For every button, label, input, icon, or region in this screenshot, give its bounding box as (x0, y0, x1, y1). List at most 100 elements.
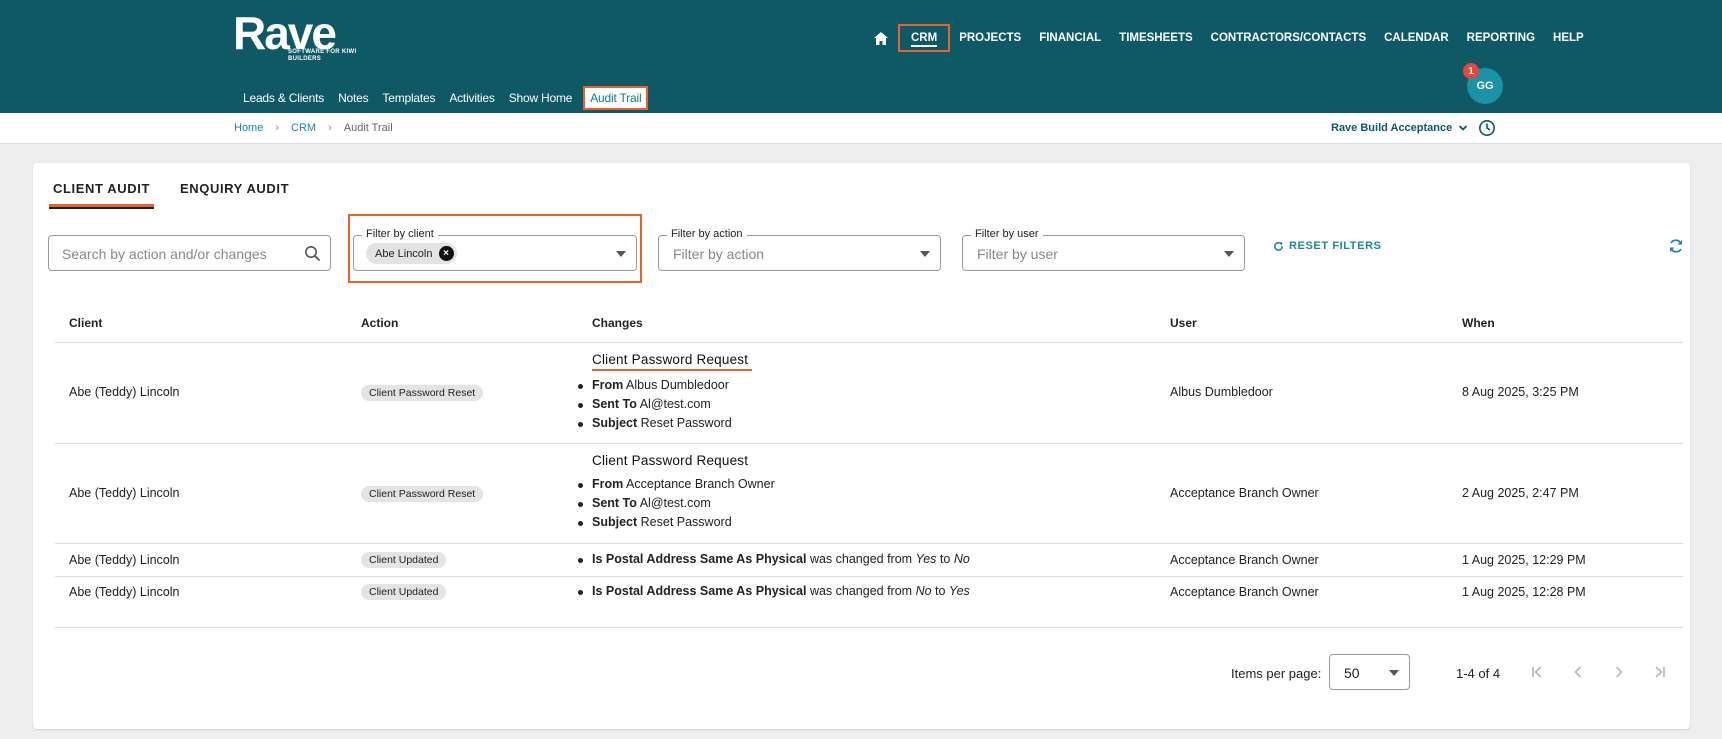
change-title: Client Password Request (592, 352, 753, 371)
row-user: Acceptance Branch Owner (1170, 585, 1319, 599)
search-icon[interactable] (304, 245, 321, 262)
previous-page-icon[interactable] (1570, 664, 1586, 680)
subnav-show-home[interactable]: Show Home (502, 86, 580, 110)
change-to: Yes (948, 584, 970, 598)
action-badge: Client Updated (361, 552, 447, 568)
header-user[interactable]: User (1170, 316, 1197, 330)
rave-logo[interactable]: Rave SOFTWARE FOR KIWI BUILDERS (233, 10, 356, 62)
change-value: Albus Dumbledoor (626, 378, 729, 392)
change-title: Client Password Request (592, 453, 749, 468)
change-to-word: to (939, 552, 951, 566)
items-per-page-select[interactable]: 50 (1329, 654, 1410, 690)
change-item: Is Postal Address Same As Physical was c… (578, 550, 970, 569)
change-text: was changed from (809, 584, 913, 598)
subnav-audit-trail[interactable]: Audit Trail (583, 86, 649, 110)
table-row[interactable]: Abe (Teddy) Lincoln Client Password Rese… (55, 343, 1683, 444)
row-when: 2 Aug 2025, 2:47 PM (1462, 486, 1579, 500)
chip-remove-icon[interactable]: × (438, 246, 454, 261)
notification-badge[interactable]: 1 (1463, 63, 1479, 79)
change-list: From Albus Dumbledoor Sent To Al@test.co… (577, 376, 752, 433)
row-user: Acceptance Branch Owner (1170, 553, 1319, 567)
next-page-icon[interactable] (1611, 664, 1627, 680)
environment-label: Rave Build Acceptance (1331, 122, 1453, 134)
dropdown-caret-icon (1224, 251, 1234, 257)
change-to-word: to (935, 584, 946, 598)
change-list: From Acceptance Branch Owner Sent To Al@… (578, 475, 775, 532)
client-filter[interactable]: Filter by client Abe Lincoln × (353, 228, 637, 271)
row-action-cell: Client Updated (361, 552, 447, 568)
subnav-leads-clients[interactable]: Leads & Clients (236, 86, 331, 110)
subnav-notes[interactable]: Notes (331, 86, 375, 110)
main-nav: CRM PROJECTS FINANCIAL TIMESHEETS CONTRA… (870, 24, 1593, 52)
row-changes: Client Password Request From Acceptance … (578, 453, 775, 532)
table-row[interactable]: Abe (Teddy) Lincoln Client Updated Is Po… (55, 577, 1683, 628)
nav-reporting[interactable]: REPORTING (1458, 24, 1544, 52)
audit-card: CLIENT AUDIT ENQUIRY AUDIT Search by act… (33, 163, 1690, 729)
change-item: From Albus Dumbledoor (577, 376, 752, 395)
table-row[interactable]: Abe (Teddy) Lincoln Client Password Rese… (55, 444, 1683, 544)
change-field: Is Postal Address Same As Physical (592, 584, 807, 598)
first-page-icon[interactable] (1529, 664, 1545, 680)
change-list: Is Postal Address Same As Physical was c… (578, 550, 970, 569)
change-item: Is Postal Address Same As Physical was c… (578, 582, 970, 601)
change-item: Sent To Al@test.com (578, 494, 775, 513)
dropdown-caret-icon (616, 251, 626, 257)
change-list: Is Postal Address Same As Physical was c… (578, 582, 970, 601)
row-changes: Is Postal Address Same As Physical was c… (578, 577, 970, 601)
tab-client-audit[interactable]: CLIENT AUDIT (49, 181, 154, 209)
user-filter[interactable]: Filter by user Filter by user (962, 228, 1245, 271)
nav-calendar[interactable]: CALENDAR (1375, 24, 1458, 52)
top-header: Rave SOFTWARE FOR KIWI BUILDERS CRM PROJ… (0, 0, 1722, 113)
table-row[interactable]: Abe (Teddy) Lincoln Client Updated Is Po… (55, 544, 1683, 577)
header-changes[interactable]: Changes (592, 316, 643, 330)
refresh-icon[interactable] (1668, 238, 1684, 254)
client-chip: Abe Lincoln × (366, 243, 457, 264)
environment-selector[interactable]: Rave Build Acceptance (1331, 122, 1468, 134)
subnav-templates[interactable]: Templates (375, 86, 442, 110)
home-icon[interactable] (870, 27, 892, 49)
breadcrumb-crm[interactable]: CRM (291, 122, 316, 134)
tab-enquiry-audit[interactable]: ENQUIRY AUDIT (176, 181, 293, 207)
audit-tabs: CLIENT AUDIT ENQUIRY AUDIT (49, 181, 315, 209)
change-text: was changed from (809, 552, 913, 566)
change-key: Subject (592, 416, 638, 430)
reset-filters-button[interactable]: RESET FILTERS (1273, 240, 1382, 252)
header-when[interactable]: When (1462, 316, 1495, 330)
change-from: Yes (915, 552, 937, 566)
row-when: 1 Aug 2025, 12:28 PM (1462, 585, 1586, 599)
nav-financial[interactable]: FINANCIAL (1030, 24, 1110, 52)
change-value: Reset Password (640, 416, 732, 430)
table-header: Client Action Changes User When (55, 289, 1683, 343)
client-chip-label: Abe Lincoln (375, 247, 433, 260)
change-item: Subject Reset Password (578, 513, 775, 532)
row-action-cell: Client Password Reset (361, 486, 484, 502)
audit-table: Client Action Changes User When Abe (Ted… (55, 289, 1683, 628)
breadcrumb-current: Audit Trail (343, 122, 393, 134)
history-clock-icon[interactable] (1478, 119, 1496, 137)
reset-filters-label: RESET FILTERS (1289, 240, 1382, 252)
pagination: Items per page: 50 1-4 of 4 (33, 654, 1690, 694)
breadcrumb-home[interactable]: Home (234, 122, 263, 134)
row-client: Abe (Teddy) Lincoln (69, 486, 180, 500)
logo-tagline: SOFTWARE FOR KIWI BUILDERS (288, 49, 357, 62)
last-page-icon[interactable] (1652, 664, 1668, 680)
breadcrumb-separator: › (328, 122, 332, 134)
header-client[interactable]: Client (69, 316, 102, 330)
action-filter[interactable]: Filter by action Filter by action (658, 228, 941, 271)
change-key: From (592, 477, 624, 491)
nav-contractors-contacts[interactable]: CONTRACTORS/CONTACTS (1202, 24, 1375, 52)
row-changes: Client Password Request From Albus Dumbl… (577, 352, 753, 433)
header-action[interactable]: Action (361, 316, 398, 330)
items-per-page-value: 50 (1344, 665, 1360, 681)
subnav-activities[interactable]: Activities (442, 86, 501, 110)
user-filter-placeholder: Filter by user (977, 246, 1058, 262)
change-item: Subject Reset Password (577, 414, 752, 433)
nav-help[interactable]: HELP (1544, 24, 1593, 52)
nav-crm[interactable]: CRM (898, 24, 951, 52)
client-filter-label: Filter by client (362, 228, 438, 240)
row-user: Acceptance Branch Owner (1170, 486, 1319, 500)
nav-projects[interactable]: PROJECTS (950, 24, 1030, 52)
dropdown-caret-icon (1389, 670, 1399, 676)
nav-timesheets[interactable]: TIMESHEETS (1110, 24, 1201, 52)
search-input[interactable]: Search by action and/or changes (48, 235, 331, 271)
